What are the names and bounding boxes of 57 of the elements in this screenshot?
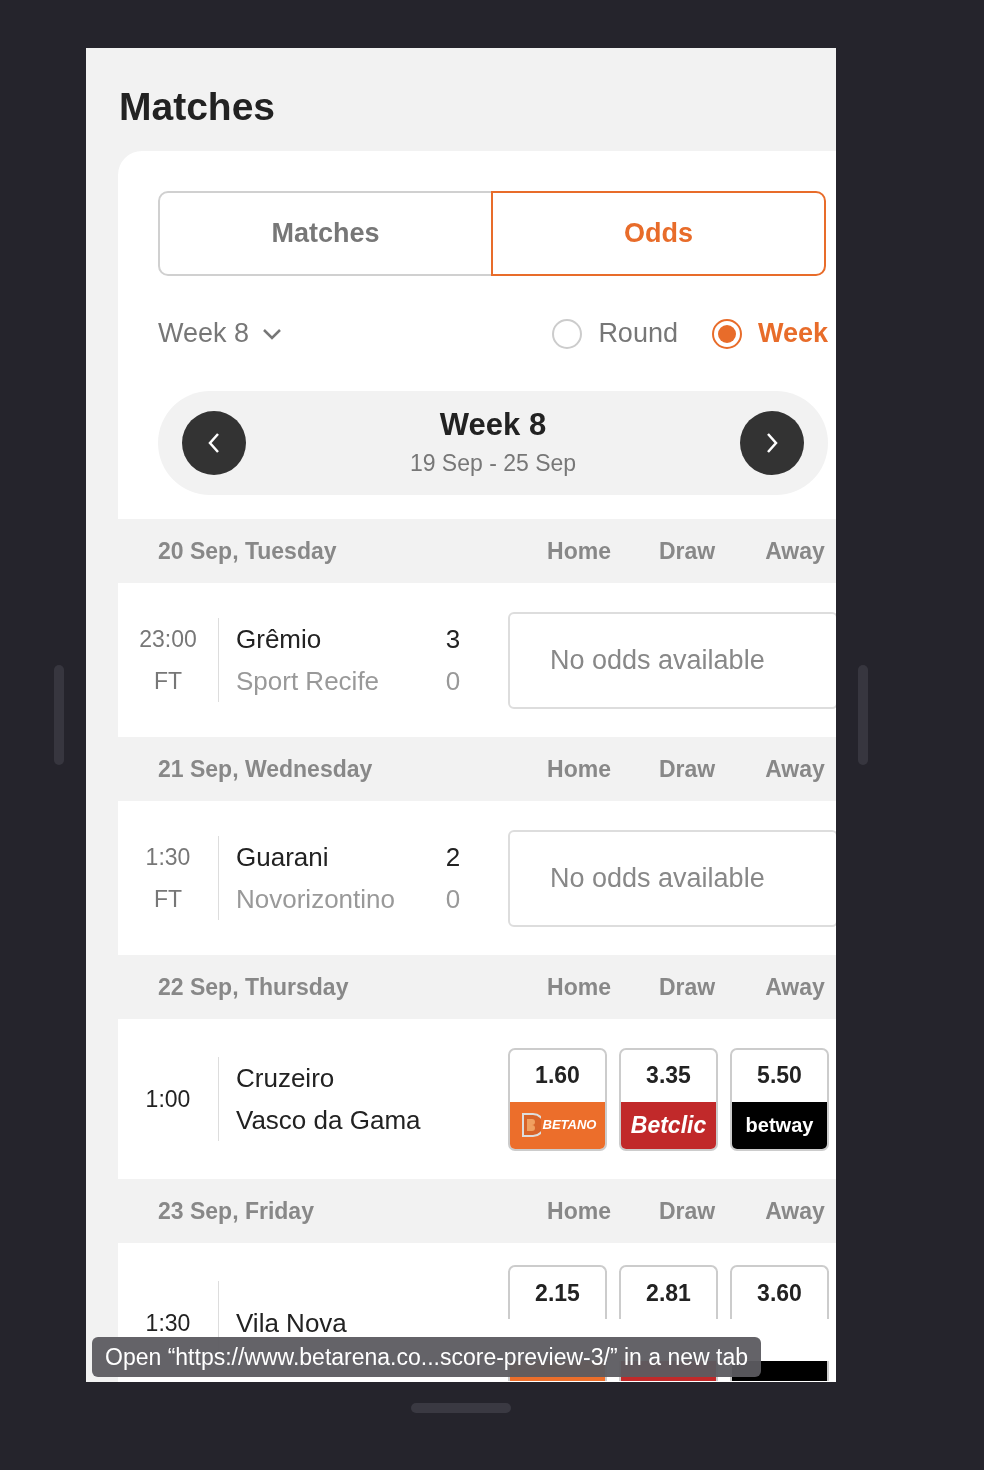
week-title: Week 8 xyxy=(439,406,547,444)
odds-button[interactable]: 3.35 Betclic xyxy=(619,1047,718,1151)
column-heading: Home xyxy=(546,536,612,566)
team-name: Sport Recife xyxy=(236,664,380,698)
team-name: Grêmio xyxy=(236,622,322,656)
match-time: 23:00 xyxy=(139,624,197,654)
week-range: 19 Sep - 25 Sep xyxy=(409,449,577,478)
odds-button[interactable]: 1.60 BETANO xyxy=(508,1047,607,1151)
chevron-left-icon xyxy=(207,431,221,455)
radio-button[interactable] xyxy=(711,318,742,349)
bookmaker-logo: Betclic xyxy=(621,1101,716,1149)
day-date: 22 Sep, Thursday xyxy=(158,972,350,1002)
no-odds-message: No odds available xyxy=(550,643,765,677)
odds-button[interactable]: 2.15 xyxy=(508,1265,607,1319)
column-heading: Home xyxy=(546,1196,612,1226)
bookmaker-logo: betway xyxy=(732,1101,827,1149)
odds-button[interactable]: 5.50 betway xyxy=(730,1047,829,1151)
week-dropdown[interactable]: Week 8 xyxy=(158,313,284,354)
column-heading: Home xyxy=(546,972,612,1002)
column-heading: Away xyxy=(764,1196,826,1226)
chevron-down-icon xyxy=(261,326,284,341)
column-heading: Away xyxy=(764,754,826,784)
day-date: 20 Sep, Tuesday xyxy=(158,536,338,566)
score: 2 xyxy=(444,840,462,874)
day-date: 23 Sep, Friday xyxy=(158,1196,315,1226)
match-time: 1:00 xyxy=(145,1084,191,1114)
no-odds-message: No odds available xyxy=(550,861,765,895)
column-heading: Draw xyxy=(657,972,717,1002)
column-heading: Draw xyxy=(657,754,717,784)
radio-label: Round xyxy=(598,317,678,351)
column-heading: Draw xyxy=(657,1196,717,1226)
team-name: Vila Nova xyxy=(236,1306,347,1340)
match-status: FT xyxy=(153,667,183,696)
day-date: 21 Sep, Wednesday xyxy=(158,754,374,784)
link-tooltip: Open “https://www.betarena.co...score-preview-3/” in a new tab xyxy=(92,1337,762,1377)
column-heading: Away xyxy=(764,972,826,1002)
bookmaker-logo: BETANO xyxy=(510,1101,605,1149)
chevron-right-icon xyxy=(765,431,779,455)
match-time: 1:30 xyxy=(145,1308,191,1338)
team-name: Guarani xyxy=(236,840,329,874)
score: 3 xyxy=(444,622,462,656)
column-heading: Draw xyxy=(657,536,717,566)
match-status: FT xyxy=(153,885,183,914)
team-name: Vasco da Gama xyxy=(236,1103,421,1137)
tab[interactable]: Matches xyxy=(158,191,493,276)
odds-button[interactable]: 3.60 xyxy=(730,1265,829,1319)
team-name: Cruzeiro xyxy=(236,1061,335,1095)
radio-label: Week xyxy=(757,317,828,351)
column-heading: Away xyxy=(764,536,826,566)
score: 0 xyxy=(444,882,462,916)
team-name: Novorizontino xyxy=(236,882,395,916)
page-title: Matches xyxy=(118,84,277,130)
odds-button[interactable]: 2.81 xyxy=(619,1265,718,1319)
match-time: 1:30 xyxy=(145,842,191,872)
radio-button[interactable] xyxy=(552,318,583,349)
score: 0 xyxy=(444,664,462,698)
column-heading: Home xyxy=(546,754,612,784)
